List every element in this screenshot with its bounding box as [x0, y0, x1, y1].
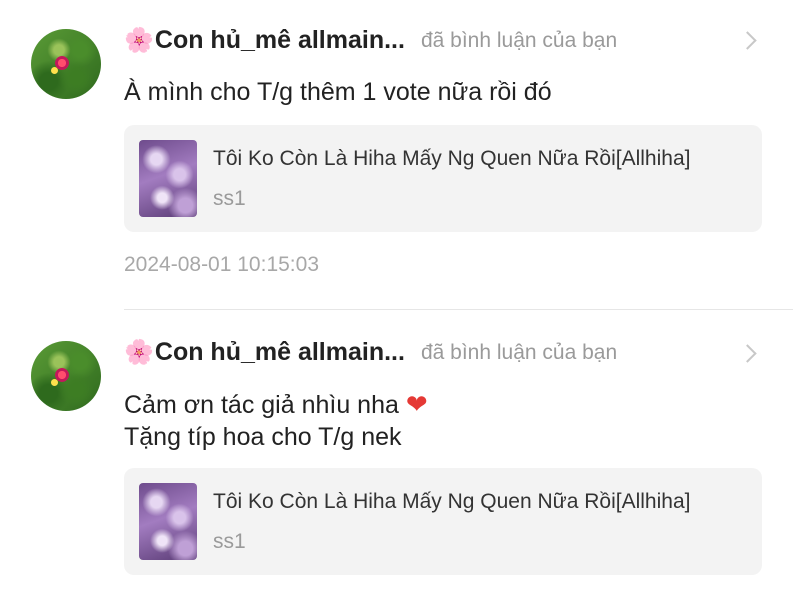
username[interactable]: Con hủ_mê allmain...	[155, 26, 405, 54]
story-cover-thumbnail	[139, 483, 197, 560]
story-title: Tôi Ko Còn Là Hiha Mấy Ng Quen Nữa Rồi[A…	[213, 490, 691, 513]
comment-text: Cảm ơn tác giả nhìu nha ❤ Tặng típ hoa c…	[124, 388, 428, 453]
story-card[interactable]: Tôi Ko Còn Là Hiha Mấy Ng Quen Nữa Rồi[A…	[124, 468, 762, 575]
story-card[interactable]: Tôi Ko Còn Là Hiha Mấy Ng Quen Nữa Rồi[A…	[124, 125, 762, 232]
comment-text: À mình cho T/g thêm 1 vote nữa rồi đó	[124, 76, 552, 108]
chevron-right-icon[interactable]	[738, 344, 757, 363]
username[interactable]: Con hủ_mê allmain...	[155, 338, 405, 366]
avatar[interactable]	[31, 29, 101, 99]
story-title: Tôi Ko Còn Là Hiha Mấy Ng Quen Nữa Rồi[A…	[213, 147, 691, 170]
notification-header: 🌸Con hủ_mê allmain... đã bình luận của bạ…	[124, 338, 617, 370]
cherry-blossom-icon: 🌸	[124, 339, 154, 366]
chevron-right-icon[interactable]	[738, 31, 757, 50]
notification-item[interactable]: 🌸Con hủ_mê allmain... đã bình luận của bạ…	[0, 310, 793, 600]
cherry-blossom-icon: 🌸	[124, 27, 154, 54]
heart-icon: ❤	[405, 389, 428, 419]
story-cover-thumbnail	[139, 140, 197, 217]
timestamp: 2024-08-01 10:15:03	[124, 253, 319, 276]
action-text: đã bình luận của bạn	[420, 340, 618, 364]
story-subtitle: ss1	[213, 530, 246, 553]
comment-line: Cảm ơn tác giả nhìu nha ❤	[124, 389, 428, 419]
notification-item[interactable]: 🌸Con hủ_mê allmain... đã bình luận của bạ…	[0, 0, 793, 310]
comment-line: À mình cho T/g thêm 1 vote nữa rồi đó	[124, 78, 552, 106]
notification-header: 🌸Con hủ_mê allmain... đã bình luận của bạ…	[124, 26, 617, 58]
avatar-dot	[51, 379, 58, 386]
avatar[interactable]	[31, 341, 101, 411]
comment-line: Tặng típ hoa cho T/g nek	[124, 423, 402, 451]
avatar-dot	[51, 67, 58, 74]
action-text: đã bình luận của bạn	[420, 28, 618, 52]
story-subtitle: ss1	[213, 187, 246, 210]
